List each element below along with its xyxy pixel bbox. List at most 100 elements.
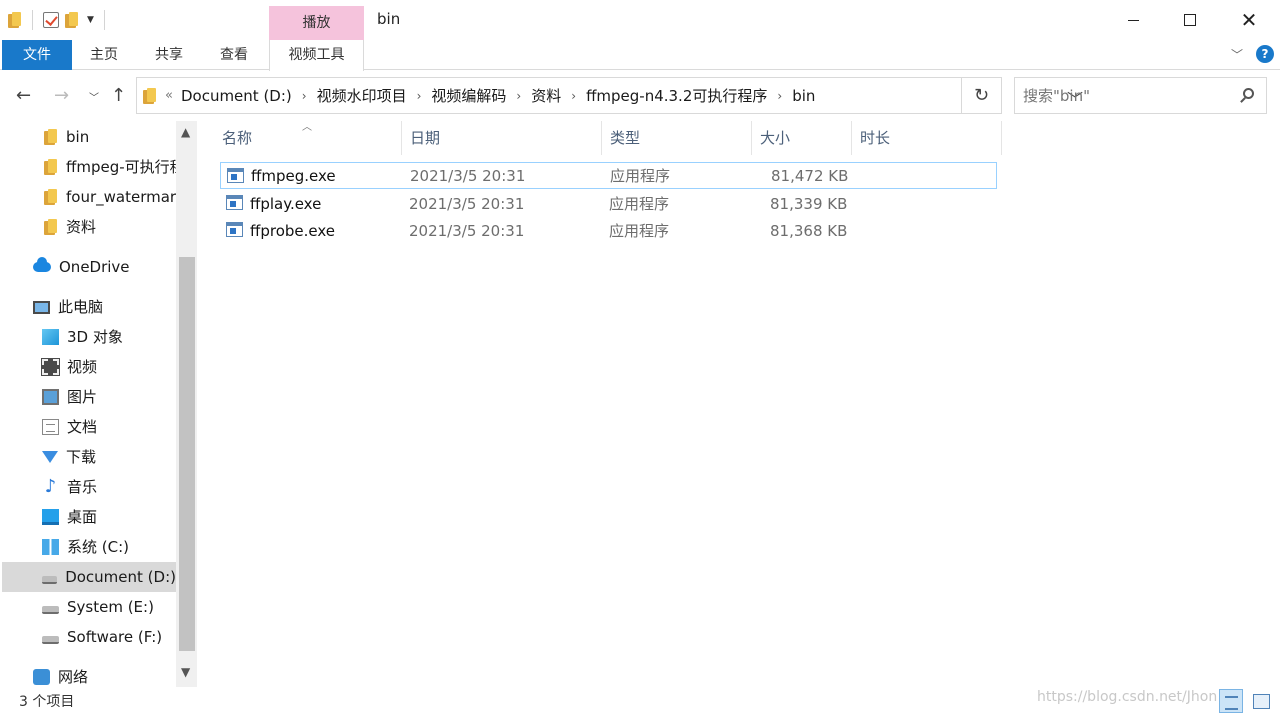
item-count: 3 个项目 <box>19 694 75 710</box>
new-folder-icon[interactable] <box>65 12 79 28</box>
breadcrumb-overflow[interactable]: « <box>165 88 173 103</box>
executable-icon <box>226 222 243 237</box>
music-icon: ♪ <box>44 476 57 497</box>
3d-objects-icon <box>42 329 59 345</box>
documents-icon <box>42 419 59 435</box>
file-type: 应用程序 <box>609 222 670 240</box>
nav-item-music[interactable]: ♪ 音乐 <box>42 472 97 502</box>
tab-view[interactable]: 查看 <box>204 40 264 70</box>
nav-item-desktop[interactable]: 桌面 <box>42 502 97 532</box>
breadcrumb-materials[interactable]: 资料 <box>531 85 561 106</box>
nav-item-videos[interactable]: 视频 <box>41 352 98 382</box>
refresh-icon: ↻ <box>973 85 990 106</box>
breadcrumb-drive[interactable]: Document (D:) <box>181 87 292 105</box>
nav-item-label: Software (F:) <box>67 628 163 646</box>
file-row[interactable]: ffmpeg.exe 2021/3/5 20:31 应用程序 81,472 KB <box>220 162 997 189</box>
folder-icon <box>44 189 58 205</box>
file-row[interactable]: ffprobe.exe 2021/3/5 20:31 应用程序 81,368 K… <box>220 217 997 244</box>
nav-item-drive-f[interactable]: Software (F:) <box>42 622 162 652</box>
file-date: 2021/3/5 20:31 <box>409 194 525 213</box>
column-header-name[interactable]: 名称 <box>214 121 402 155</box>
customize-toolbar-dropdown-icon[interactable]: ▼ <box>87 15 94 25</box>
computer-icon <box>33 300 50 314</box>
recent-locations-dropdown-icon[interactable]: ﹀ <box>89 89 99 104</box>
nav-item-pictures[interactable]: 图片 <box>42 382 97 412</box>
search-icon[interactable] <box>1243 88 1254 99</box>
nav-item-3d-objects[interactable]: 3D 对象 <box>42 322 123 352</box>
back-button[interactable]: ← <box>16 85 31 106</box>
nav-item-onedrive[interactable]: OneDrive <box>33 252 130 282</box>
drive-icon <box>42 636 59 644</box>
nav-item-label: 此电脑 <box>58 298 104 316</box>
nav-item-downloads[interactable]: 下载 <box>42 442 96 472</box>
scrollbar-thumb[interactable] <box>179 257 195 651</box>
address-bar[interactable]: « Document (D:) › 视频水印项目 › 视频编解码 › 资料 › … <box>136 77 1083 114</box>
nav-item-ffmpeg[interactable]: ffmpeg-可执行程 <box>44 152 185 182</box>
large-icons-view-button[interactable] <box>1249 689 1273 713</box>
column-header-type[interactable]: 类型 <box>602 121 752 155</box>
tab-share[interactable]: 共享 <box>139 40 199 70</box>
help-icon[interactable]: ? <box>1256 45 1274 63</box>
nav-item-label: 网络 <box>58 668 89 686</box>
nav-item-drive-c[interactable]: 系统 (C:) <box>42 532 129 562</box>
breadcrumb-project[interactable]: 视频水印项目 <box>317 85 407 106</box>
chevron-right-icon[interactable]: › <box>516 89 521 103</box>
breadcrumb-bin[interactable]: bin <box>792 87 815 105</box>
maximize-icon <box>1184 14 1196 26</box>
nav-item-documents[interactable]: 文档 <box>42 412 97 442</box>
nav-item-label: System (E:) <box>67 598 154 616</box>
up-button[interactable]: ↑ <box>111 85 126 106</box>
pictures-icon <box>42 389 59 405</box>
tab-file[interactable]: 文件 <box>2 40 72 70</box>
title-bar: ▼ 播放 bin ✕ <box>0 0 1280 40</box>
properties-icon[interactable] <box>43 12 59 28</box>
nav-item-label: four_watermarl <box>66 188 181 206</box>
file-size: 81,339 KB <box>770 194 848 213</box>
scroll-up-icon[interactable]: ▲ <box>181 125 190 139</box>
close-button[interactable]: ✕ <box>1219 0 1279 40</box>
nav-item-drive-d[interactable]: Document (D:) <box>2 562 176 592</box>
file-size: 81,368 KB <box>770 221 848 240</box>
expand-ribbon-icon[interactable]: ﹀ <box>1231 46 1243 63</box>
chevron-right-icon[interactable]: › <box>571 89 576 103</box>
chevron-right-icon[interactable]: › <box>417 89 422 103</box>
maximize-button[interactable] <box>1160 0 1220 40</box>
tab-video-tools[interactable]: 视频工具 <box>269 40 364 71</box>
file-row[interactable]: ffplay.exe 2021/3/5 20:31 应用程序 81,339 KB <box>220 190 997 217</box>
breadcrumb-codec[interactable]: 视频编解码 <box>431 85 506 106</box>
search-box[interactable] <box>1014 77 1267 114</box>
minimize-icon <box>1127 19 1139 21</box>
nav-item-network[interactable]: 网络 <box>33 662 88 687</box>
column-header-size[interactable]: 大小 <box>752 121 852 155</box>
refresh-button[interactable]: ↻ <box>962 77 1002 114</box>
column-header-duration[interactable]: 时长 <box>852 121 1002 155</box>
nav-item-this-pc[interactable]: 此电脑 <box>33 292 103 322</box>
file-date: 2021/3/5 20:31 <box>409 221 525 240</box>
forward-button[interactable]: → <box>54 85 69 106</box>
folder-icon <box>44 129 58 145</box>
folder-icon <box>143 87 157 104</box>
nav-item-label: 视频 <box>67 358 98 376</box>
downloads-icon <box>42 451 58 463</box>
breadcrumb-ffmpeg[interactable]: ffmpeg-n4.3.2可执行程序 <box>586 85 767 106</box>
chevron-right-icon[interactable]: › <box>302 89 307 103</box>
scroll-down-icon[interactable]: ▼ <box>181 665 190 679</box>
nav-item-label: 资料 <box>66 218 97 236</box>
desktop-icon <box>42 509 59 525</box>
nav-item-drive-e[interactable]: System (E:) <box>42 592 154 622</box>
minimize-button[interactable] <box>1103 0 1163 40</box>
nav-item-materials[interactable]: 资料 <box>44 212 96 242</box>
navigation-pane: bin ffmpeg-可执行程 four_watermarl 资料 OneDri… <box>0 121 198 687</box>
drive-icon <box>42 606 59 614</box>
chevron-right-icon[interactable]: › <box>777 89 782 103</box>
executable-icon <box>226 195 243 210</box>
context-tab-group-label: 播放 <box>269 6 364 40</box>
file-size: 81,472 KB <box>771 166 849 185</box>
details-view-button[interactable] <box>1219 689 1243 713</box>
nav-item-bin[interactable]: bin <box>44 122 89 152</box>
nav-pane-scrollbar[interactable]: ▲ ▼ <box>176 121 197 687</box>
search-input[interactable] <box>1023 86 1223 105</box>
tab-home[interactable]: 主页 <box>74 40 134 70</box>
nav-item-four-watermark[interactable]: four_watermarl <box>44 182 180 212</box>
column-header-date[interactable]: 日期 <box>402 121 602 155</box>
